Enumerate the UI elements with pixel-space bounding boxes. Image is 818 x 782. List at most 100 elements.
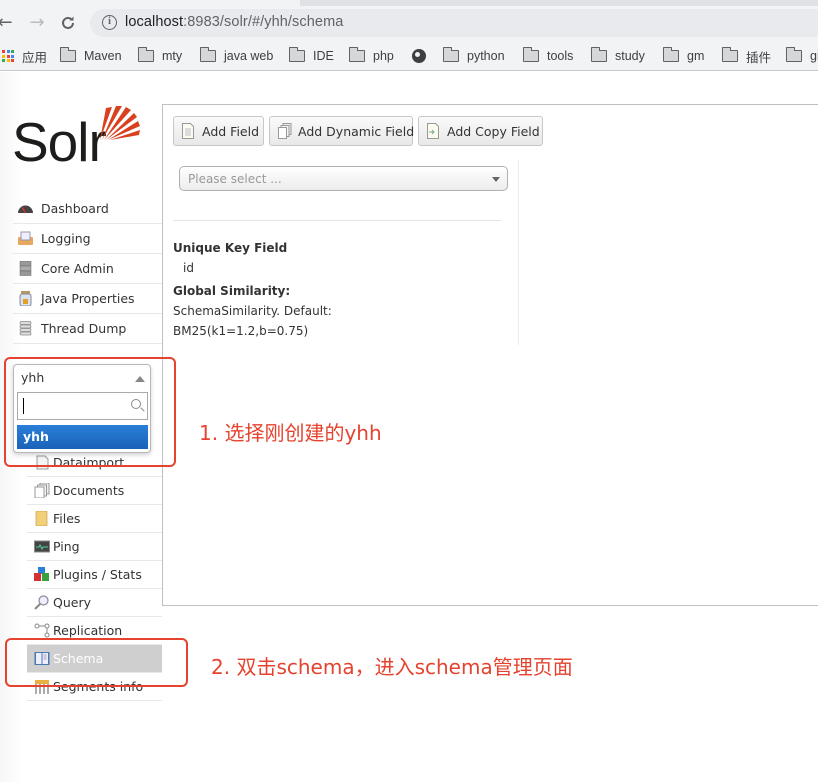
core-menu-label: Files [53, 511, 81, 526]
folder-icon [591, 47, 607, 62]
bookmark-plugins[interactable]: 插件 [722, 47, 771, 65]
url-path: :8983/solr/#/yhh/schema [183, 14, 344, 30]
menu-item-label: Dashboard [41, 201, 109, 216]
files-folder-icon [34, 510, 50, 527]
menu-item-core-admin[interactable]: Core Admin [13, 254, 162, 284]
solr-sun-icon [100, 106, 140, 140]
add-copy-field-button[interactable]: Add Copy Field [418, 116, 543, 146]
core-menu-item-plugins-stats[interactable]: Plugins / Stats [27, 561, 162, 589]
document-icon [182, 123, 194, 139]
folder-icon [138, 47, 154, 62]
annotation-step-1: 1. 选择刚创建的yhh [199, 421, 382, 445]
menu-item-thread-dump[interactable]: Thread Dump [13, 314, 162, 344]
bookmarks-bar: 应用 Maven mty java web IDE php python too… [0, 40, 818, 71]
dashboard-gauge-icon [17, 201, 34, 216]
annotation-box-schema [5, 638, 188, 687]
folder-icon [60, 47, 76, 62]
bookmark-label: php [373, 49, 394, 63]
bookmark-label: tools [547, 49, 574, 63]
forward-button[interactable]: → [26, 12, 48, 34]
bookmark-maven[interactable]: Maven [60, 47, 122, 65]
bookmark-label: java web [224, 49, 274, 63]
unique-key-label: Unique Key Field [173, 241, 288, 255]
field-select-dropdown[interactable]: Please select ... [179, 166, 508, 191]
core-menu-item-files[interactable]: Files [27, 505, 162, 533]
url-host: localhost [125, 14, 184, 30]
bookmark-mty[interactable]: mty [138, 47, 182, 65]
bookmark-tools[interactable]: tools [523, 47, 573, 65]
site-info-icon[interactable]: i [102, 15, 117, 30]
url-text[interactable]: localhost:8983/solr/#/yhh/schema [125, 14, 343, 30]
browser-toolbar: ← → i localhost:8983/solr/#/yhh/schema [0, 6, 818, 40]
bookmark-python[interactable]: python [443, 47, 505, 65]
query-magnifier-icon [34, 595, 50, 610]
bookmark-study[interactable]: study [591, 47, 645, 65]
section-divider [173, 220, 501, 221]
core-menu-label: Documents [53, 483, 125, 498]
bookmark-label: python [467, 49, 505, 63]
back-button[interactable]: ← [0, 12, 16, 34]
core-menu-label: Replication [53, 623, 123, 638]
logging-tray-icon [17, 231, 34, 246]
bookmark-label: mty [162, 49, 183, 63]
core-menu-label: Plugins / Stats [53, 567, 142, 582]
folder-icon [786, 47, 802, 62]
annotation-box-core-select [4, 357, 176, 467]
bookmark-label: IDE [313, 49, 334, 63]
solr-logo-text: Solr [12, 111, 107, 173]
folder-icon [443, 47, 459, 62]
column-divider [518, 160, 519, 345]
solr-logo[interactable]: Solr [12, 102, 142, 172]
unique-key-value: id [183, 261, 194, 275]
documents-stack-icon [278, 123, 292, 139]
add-dynamic-field-label: Add Dynamic Field [298, 123, 415, 139]
address-bar[interactable]: i localhost:8983/solr/#/yhh/schema [90, 9, 818, 37]
menu-item-label: Thread Dump [41, 321, 127, 336]
bookmark-php[interactable]: php [349, 47, 394, 65]
ping-monitor-icon [34, 539, 50, 554]
core-menu-item-ping[interactable]: Ping [27, 533, 162, 561]
chevron-down-icon [492, 177, 500, 182]
apps-grid-icon [2, 50, 14, 62]
global-similarity-value-line2: BM25(k1=1.2,b=0.75) [173, 324, 309, 338]
bookmark-label: Maven [84, 49, 122, 63]
globe-icon [412, 49, 426, 63]
annotation-step-2: 2. 双击schema，进入schema管理页面 [211, 655, 573, 679]
reload-icon [62, 16, 74, 29]
folder-icon [289, 47, 305, 62]
menu-item-logging[interactable]: Logging [13, 224, 162, 254]
menu-item-label: Logging [41, 231, 91, 246]
add-dynamic-field-button[interactable]: Add Dynamic Field [269, 116, 415, 146]
bookmark-gm[interactable]: gm [663, 47, 704, 65]
menu-item-dashboard[interactable]: Dashboard [13, 194, 162, 224]
core-menu-label: Query [53, 595, 91, 610]
bookmark-apps[interactable]: 应用 [2, 47, 47, 65]
java-jar-icon [17, 291, 34, 307]
core-menu-item-query[interactable]: Query [27, 589, 162, 617]
copy-document-icon [427, 123, 439, 139]
menu-item-label: Core Admin [41, 261, 114, 276]
plugins-blocks-icon [34, 567, 50, 582]
main-menu: Dashboard Logging Core Admin Java Proper… [13, 194, 162, 344]
reload-button[interactable] [57, 12, 79, 34]
add-field-label: Add Field [202, 123, 260, 139]
menu-item-label: Java Properties [41, 291, 135, 306]
folder-icon [663, 47, 679, 62]
bookmark-label: study [615, 49, 645, 63]
core-admin-server-icon [17, 260, 34, 276]
menu-item-java-properties[interactable]: Java Properties [13, 284, 162, 314]
bookmark-gi[interactable]: gi [786, 47, 818, 65]
bookmark-globe[interactable] [412, 47, 426, 65]
folder-icon [722, 47, 738, 62]
bookmark-label: gm [687, 49, 705, 63]
schema-panel: Add Field Add Dynamic Field Add Copy Fie… [162, 104, 818, 606]
bookmark-label: 插件 [746, 50, 772, 65]
core-menu-item-documents[interactable]: Documents [27, 477, 162, 505]
add-field-button[interactable]: Add Field [173, 116, 264, 146]
folder-icon [200, 47, 216, 62]
thread-dump-stack-icon [17, 321, 34, 336]
bookmark-label: gi [810, 49, 818, 63]
bookmark-java-web[interactable]: java web [200, 47, 273, 65]
bookmark-ide[interactable]: IDE [289, 47, 334, 65]
field-select-placeholder: Please select ... [188, 172, 282, 186]
